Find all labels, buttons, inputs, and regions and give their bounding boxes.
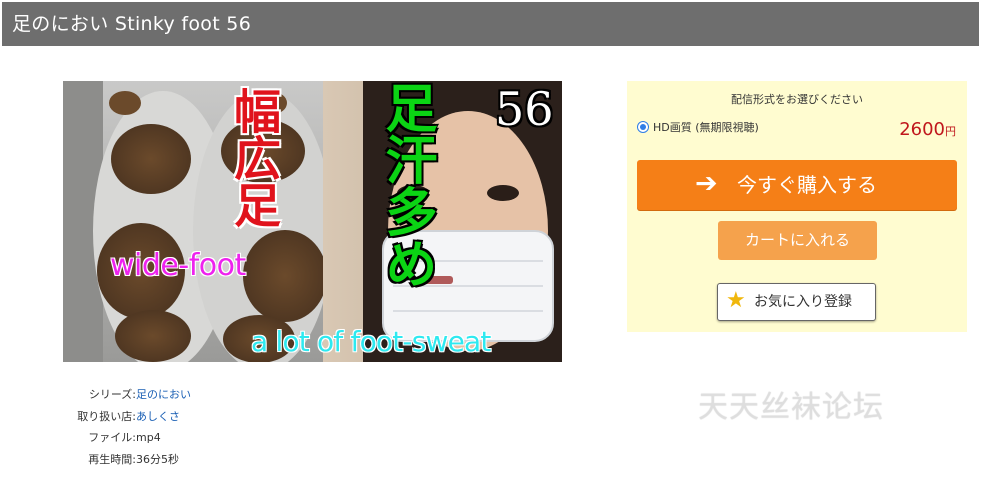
detail-file-label: ファイル:	[88, 431, 136, 444]
buy-now-label: 今すぐ購入する	[737, 173, 877, 197]
product-details: シリーズ:足のにおい 取り扱い店:あしくさ ファイル:mp4 再生時間:36分5…	[70, 386, 191, 472]
detail-series: シリーズ:足のにおい	[70, 386, 191, 408]
price-unit: 円	[945, 125, 956, 138]
add-to-cart-button[interactable]: カートに入れる	[718, 221, 877, 260]
add-favorite-label: お気に入り登録	[754, 294, 852, 310]
image-episode-number: 56	[495, 82, 554, 136]
format-title: 配信形式をお選びください	[731, 93, 863, 106]
price-value: 2600	[899, 119, 945, 140]
watermark: 天天丝袜论坛	[698, 390, 884, 425]
detail-duration: 再生時間:36分5秒	[70, 451, 191, 473]
detail-file-value: mp4	[136, 431, 161, 444]
image-text-wide-foot: wide-foot	[110, 248, 246, 283]
product-image[interactable]: 幅広足 足汗多め 56 wide-foot a lot of foot-swea…	[63, 81, 562, 362]
detail-duration-value: 36分5秒	[136, 452, 179, 466]
detail-store: 取り扱い店:あしくさ	[70, 408, 191, 430]
hd-option-radio[interactable]	[637, 121, 649, 133]
detail-file: ファイル:mp4	[70, 429, 191, 451]
image-text-wide-foot-jp: 幅広足	[225, 87, 280, 228]
page-title: 足のにおい Stinky foot 56	[12, 13, 252, 35]
buy-now-button[interactable]: ➔ 今すぐ購入する	[637, 160, 957, 210]
star-icon: ★	[726, 288, 746, 313]
store-link[interactable]: あしくさ	[136, 410, 180, 423]
title-bar: 足のにおい Stinky foot 56	[2, 2, 979, 46]
series-link[interactable]: 足のにおい	[136, 388, 191, 401]
purchase-box: 配信形式をお選びください HD画質 (無期限視聴) 2600円 ➔ 今すぐ購入す…	[627, 81, 967, 332]
price: 2600円	[889, 119, 956, 140]
detail-series-label: シリーズ:	[88, 388, 136, 401]
detail-duration-label: 再生時間:	[88, 452, 136, 466]
image-text-foot-sweat: a lot of foot-sweat	[251, 325, 491, 358]
hd-option-label[interactable]: HD画質 (無期限視聴)	[653, 119, 759, 135]
product-image-artwork	[63, 81, 562, 362]
detail-store-label: 取り扱い店:	[77, 409, 136, 423]
arrow-right-icon: ➔	[695, 168, 718, 199]
add-favorite-button[interactable]: ★ お気に入り登録	[717, 283, 876, 321]
image-text-foot-sweat-jp: 足汗多め	[376, 81, 437, 289]
